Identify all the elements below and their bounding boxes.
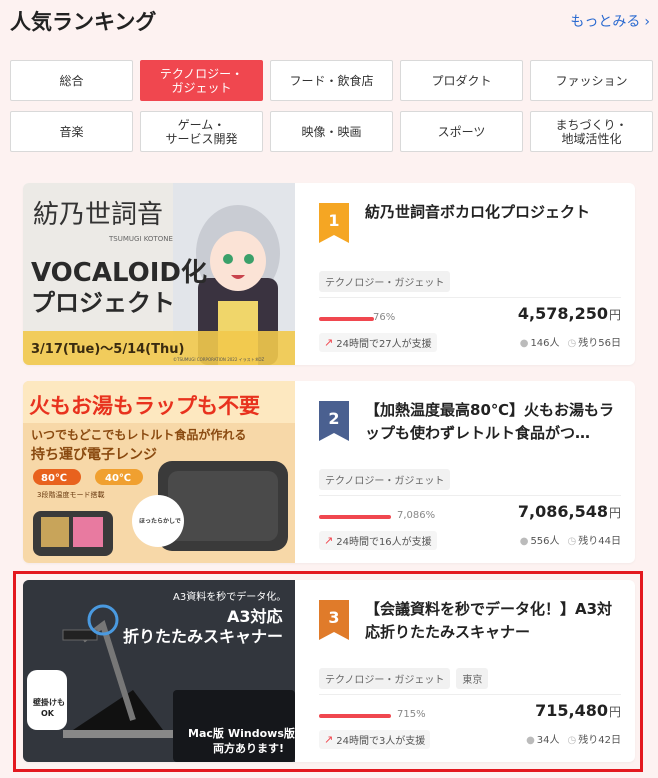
progress-percent: 76% [373,312,396,323]
thumb-vocaloid: VOCALOID化 [31,258,207,288]
tab-fashion[interactable]: ファッション [530,60,653,101]
more-link[interactable]: もっとみる › [570,11,650,31]
person-icon: ● [519,338,529,349]
thumb-dates: 3/17(Tue)～5/14(Thu) [31,342,184,357]
ranking-header: 人気ランキング もっとみる › [10,6,650,36]
clock-icon: ◷ [567,536,577,547]
currency-label: 円 [608,506,621,520]
clock-icon: ◷ [567,338,577,349]
person-icon: ● [519,536,529,547]
supporter-count: 146人 [530,338,560,349]
category-tag[interactable]: テクノロジー・ガジェット [319,271,451,292]
supporter-count: 556人 [530,536,560,547]
rank-badge: 1 [319,203,349,243]
project-card[interactable]: 紡乃世詞音 TSUMUGI KOTONE VOCALOID化 プロジェクト 3/… [23,183,635,365]
highlight-box [13,571,643,772]
tab-all[interactable]: 総合 [10,60,133,101]
thumb-title-jp: 紡乃世詞音 [33,200,163,230]
support-24h-badge: ↗ 24時間で16人が支援 [319,531,437,550]
category-tabs: 総合 テクノロジー・ ガジェット フード・飲食店 プロダクト ファッション 音楽… [10,60,653,152]
tab-technology-gadget[interactable]: テクノロジー・ ガジェット [140,60,263,101]
progress-bar [319,515,391,519]
page-title: 人気ランキング [10,10,157,34]
support-24h-badge: ↗ 24時間で27人が支援 [319,333,437,352]
tab-food-restaurant[interactable]: フード・飲食店 [270,60,393,101]
divider [319,297,621,298]
progress-bar [319,317,374,321]
project-title[interactable]: 【加熱温度最高80℃】火もお湯もラップも使わずレトルト食品がつ… [365,399,621,445]
thumb-credit: ©TSUMUGI CORPORATION 2022 イラスト:KOZ [173,356,264,362]
amount-value: 7,086,548 [517,502,608,521]
trend-up-icon: ↗ [324,534,334,547]
days-remaining: 残り56日 [578,338,621,349]
tab-community[interactable]: まちづくり・ 地域活性化 [530,111,653,152]
thumb-temp-low: 40℃ [105,473,131,484]
tab-game-service[interactable]: ゲーム・ サービス開発 [140,111,263,152]
funding-amount: 4,578,250円 [518,304,621,323]
project-title[interactable]: 紡乃世詞音ボカロ化プロジェクト [365,201,621,224]
thumb-title-en: TSUMUGI KOTONE [108,235,173,243]
divider [319,495,621,496]
thumb-sub1: いつでもどこでもレトルト食品が作れる [31,427,246,442]
currency-label: 円 [608,308,621,322]
thumb-badge: ほったらかしで [139,517,181,525]
thumb-sub2: 持ち運び電子レンジ [31,446,157,463]
thumb-headline: 火もお湯もラップも不要 [29,394,260,418]
more-link-label: もっとみる [570,14,641,30]
thumb-mode: 3段階温度モード搭載 [37,490,104,499]
amount-value: 4,578,250 [517,304,608,323]
tab-sports[interactable]: スポーツ [400,111,523,152]
project-thumbnail[interactable]: 火もお湯もラップも不要 いつでもどこでもレトルト食品が作れる 持ち運び電子レンジ… [23,381,295,563]
chevron-right-icon: › [644,14,650,30]
tab-video-film[interactable]: 映像・映画 [270,111,393,152]
support-24h-text: 24時間で27人が支援 [336,339,432,350]
tab-product[interactable]: プロダクト [400,60,523,101]
trend-up-icon: ↗ [324,336,334,349]
project-thumbnail[interactable]: 紡乃世詞音 TSUMUGI KOTONE VOCALOID化 プロジェクト 3/… [23,183,295,365]
funding-amount: 7,086,548円 [518,502,621,521]
rank-badge: 2 [319,401,349,441]
project-meta: ● 556人 ◷ 残り44日 [520,532,621,547]
project-card[interactable]: 火もお湯もラップも不要 いつでもどこでもレトルト食品が作れる 持ち運び電子レンジ… [23,381,635,563]
thumb-temp-high: 80℃ [41,473,67,484]
progress-percent: 7,086% [397,510,436,521]
category-tag[interactable]: テクノロジー・ガジェット [319,469,451,490]
thumb-project: プロジェクト [31,289,175,317]
project-meta: ● 146人 ◷ 残り56日 [520,334,621,349]
days-remaining: 残り44日 [578,536,621,547]
support-24h-text: 24時間で16人が支援 [336,537,432,548]
tab-music[interactable]: 音楽 [10,111,133,152]
